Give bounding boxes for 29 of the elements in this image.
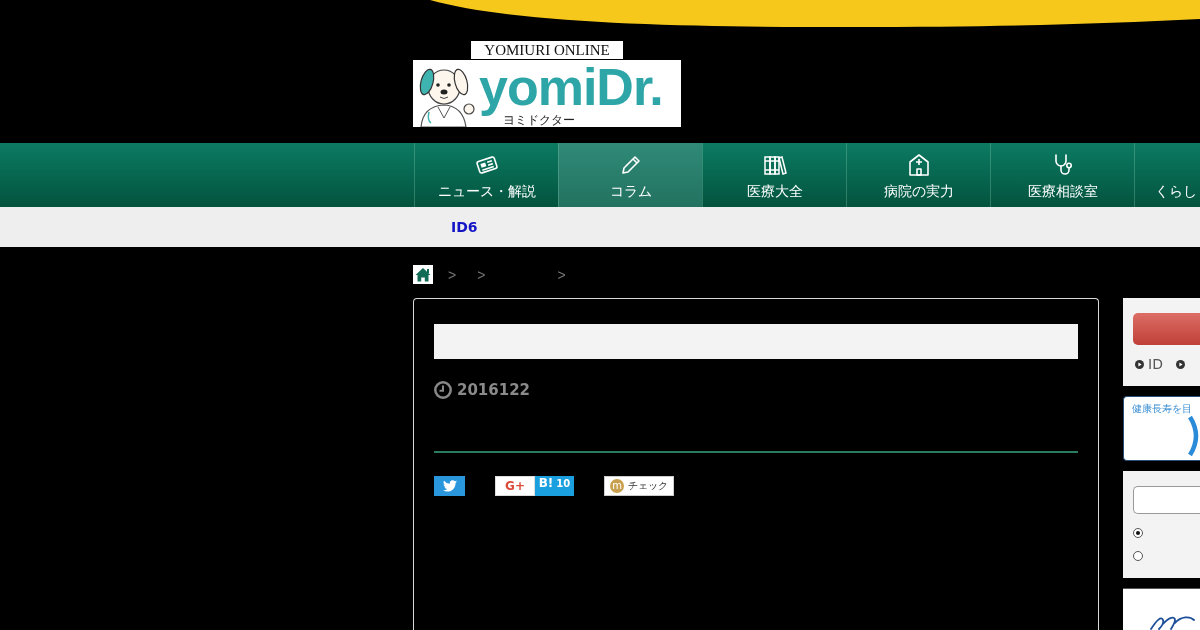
swoosh-icon [1188,416,1200,456]
circle-arrow-icon [1135,359,1144,369]
bird-icon [442,480,457,492]
breadcrumb-separator: > [557,266,566,283]
subnav-link[interactable]: ID6 [451,219,478,235]
breadcrumb-separator: > [448,266,457,283]
banner-ad[interactable]: 健康長寿を目 [1123,396,1200,461]
logo-panel[interactable]: yomiDr. ヨミドクター [413,60,681,127]
letter-badge: m [610,479,624,493]
share-button[interactable] [434,476,465,496]
clock-icon [434,381,452,399]
home-icon[interactable] [413,265,433,284]
breadcrumb-separator: > [477,266,486,283]
publish-date: 2016122 [457,381,531,399]
account-link[interactable]: ID [1148,357,1163,371]
newspaper-icon [474,153,499,177]
books-icon [762,153,787,177]
radio-button[interactable] [1133,551,1143,561]
site-label: YOMIURI ONLINE [471,41,623,59]
check-button[interactable]: m チェック [604,476,674,496]
logo-subtitle: ヨミドクター [503,114,575,127]
banner-text: 健康長寿を目 [1132,403,1193,415]
hospital-icon [906,153,931,177]
search-field[interactable] [1133,486,1200,514]
nav-tab[interactable]: コラム [558,143,702,207]
radio-button[interactable] [1133,528,1143,538]
share-button[interactable]: G+ [495,476,535,496]
logo-text: yomiDr. [479,60,663,114]
script-logo-drawing [1150,615,1195,630]
